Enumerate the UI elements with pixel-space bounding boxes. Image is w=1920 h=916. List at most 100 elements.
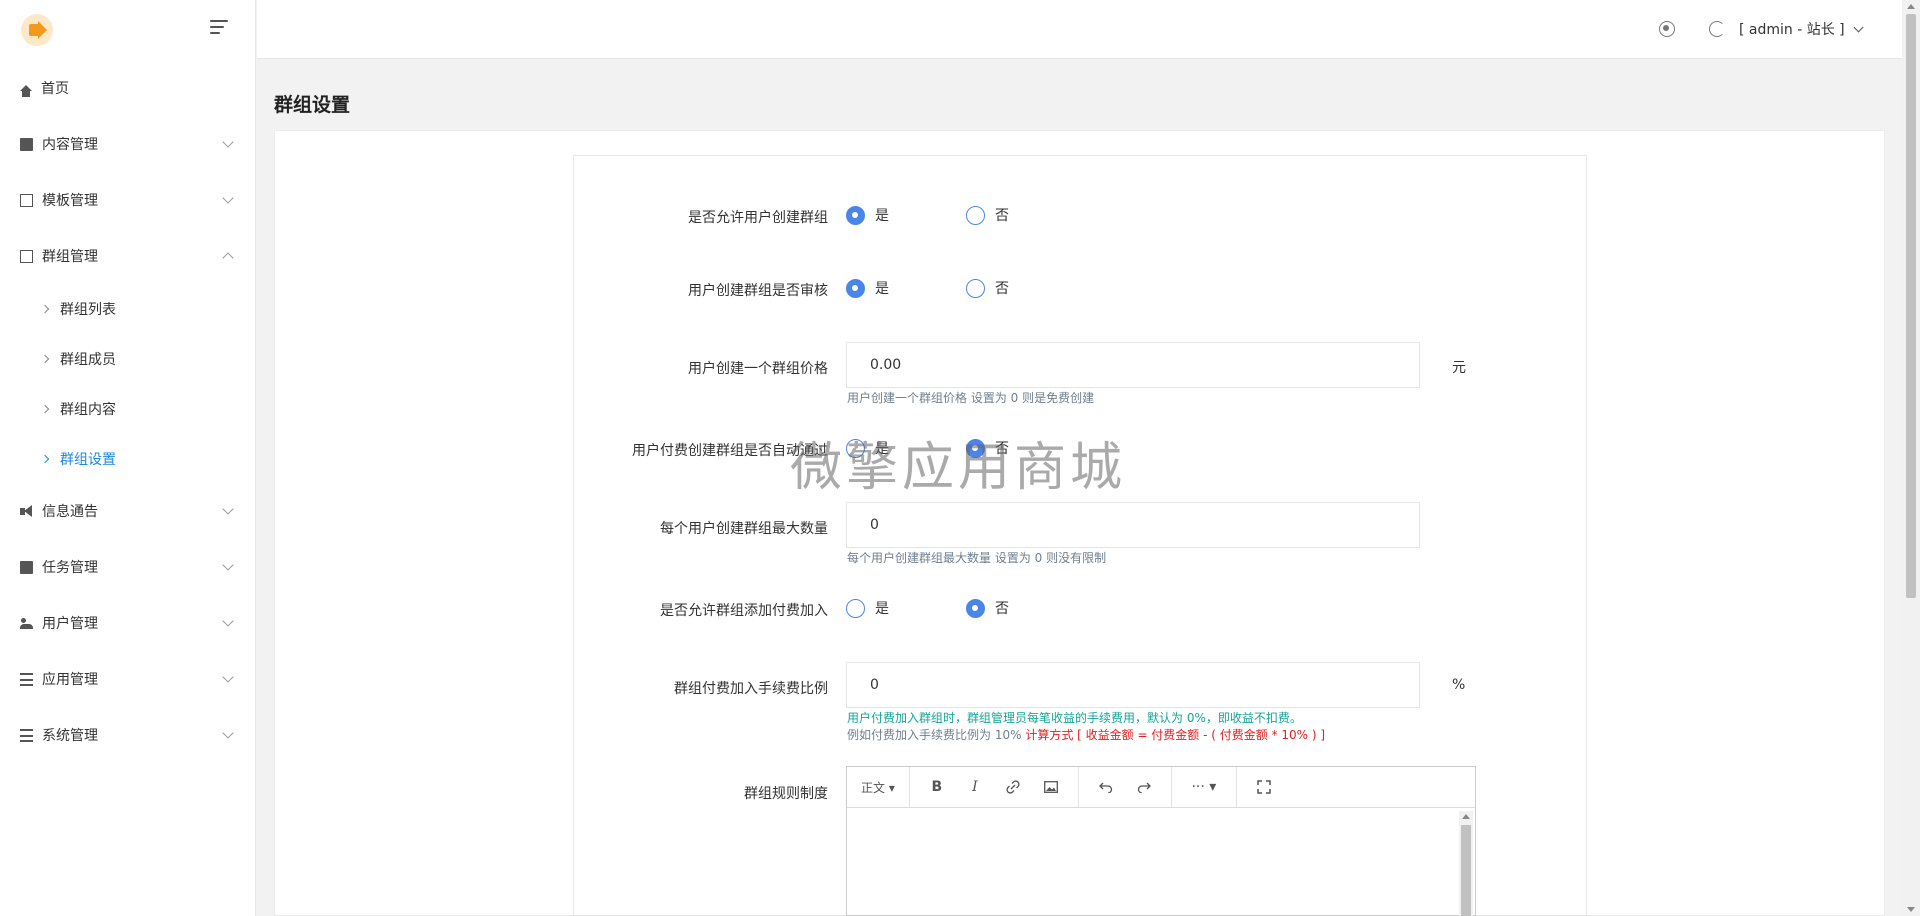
sidebar-item-users[interactable]: 用户管理 — [0, 603, 256, 643]
format-group: B I — [910, 767, 1079, 807]
chevron-right-icon — [40, 354, 50, 364]
settings-icon[interactable] — [1659, 21, 1675, 37]
auto-pass-no-radio[interactable]: 否 — [966, 438, 1009, 458]
notice-icon — [20, 504, 33, 518]
sidebar-subitem-label: 群组设置 — [60, 452, 116, 468]
sidebar-item-apps[interactable]: 应用管理 — [0, 659, 256, 699]
sidebar-item-system[interactable]: 系统管理 — [0, 715, 256, 755]
scroll-down-icon[interactable] — [1907, 907, 1915, 912]
auto-pass-yes-radio[interactable]: 是 — [846, 438, 889, 458]
task-icon — [20, 560, 33, 574]
bold-icon[interactable]: B — [918, 772, 956, 802]
price-unit: 元 — [1452, 360, 1466, 376]
allow-create-no-radio[interactable]: 否 — [966, 205, 1009, 225]
chevron-down-icon — [222, 559, 234, 571]
users-icon — [20, 617, 33, 630]
chevron-down-icon — [222, 615, 234, 627]
system-icon — [20, 728, 33, 742]
editor-body[interactable] — [847, 808, 1457, 914]
radio-unchecked-icon — [846, 598, 865, 618]
more-group: ··· ▾ — [1172, 767, 1237, 807]
chevron-down-icon — [222, 503, 234, 515]
chevron-down-icon — [222, 136, 234, 148]
chevron-right-icon — [40, 404, 50, 414]
chevron-down-icon — [1853, 22, 1864, 32]
logo-icon[interactable] — [21, 14, 53, 46]
paragraph-select[interactable]: 正文 ▾ — [847, 779, 909, 796]
radio-label: 是 — [875, 441, 889, 457]
editor-scrollbar[interactable] — [1459, 811, 1473, 916]
sidebar-item-template[interactable]: 模板管理 — [0, 180, 256, 220]
image-icon[interactable] — [1032, 772, 1070, 802]
allow-paid-join-no-radio[interactable]: 否 — [966, 598, 1009, 618]
create-price-input[interactable]: 0.00 — [846, 342, 1420, 388]
radio-label: 是 — [875, 281, 889, 297]
create-review-yes-radio[interactable]: 是 — [846, 278, 889, 298]
sidebar-subitem-group-list[interactable]: 群组列表 — [0, 289, 256, 329]
fee-ratio-hint: 用户付费加入群组时，群组管理员每笔收益的手续费用，默认为 0%，即收益不扣费。 — [847, 711, 1302, 725]
page-scrollbar[interactable] — [1902, 0, 1920, 916]
refresh-icon[interactable] — [1709, 21, 1725, 37]
italic-icon[interactable]: I — [956, 772, 994, 802]
collapse-menu-icon[interactable] — [210, 20, 232, 38]
scroll-up-icon[interactable] — [1907, 4, 1915, 9]
radio-label: 是 — [875, 208, 889, 224]
chevron-down-icon — [222, 192, 234, 204]
sidebar-subitem-label: 群组内容 — [60, 402, 116, 418]
create-review-no-radio[interactable]: 否 — [966, 278, 1009, 298]
sidebar-subitem-group-members[interactable]: 群组成员 — [0, 339, 256, 379]
rules-label: 群组规则制度 — [744, 786, 828, 802]
more-icon[interactable]: ··· ▾ — [1180, 772, 1228, 802]
fee-ratio-example: 例如付费加入手续费比例为 10% 计算方式 [ 收益金额 = 付费金额 - ( … — [847, 726, 1325, 743]
sidebar-item-task[interactable]: 任务管理 — [0, 547, 256, 587]
radio-checked-icon — [966, 598, 985, 618]
allow-create-yes-radio[interactable]: 是 — [846, 205, 889, 225]
fullscreen-icon[interactable] — [1245, 772, 1283, 802]
fullscreen-group — [1237, 767, 1291, 807]
max-count-input[interactable]: 0 — [846, 502, 1420, 548]
undo-icon[interactable] — [1087, 772, 1125, 802]
user-label: [ admin - 站长 ] — [1739, 22, 1845, 38]
sidebar-item-label: 应用管理 — [42, 672, 98, 688]
top-header: [ admin - 站长 ] — [257, 0, 1902, 59]
allow-paid-join-yes-radio[interactable]: 是 — [846, 598, 889, 618]
chevron-down-icon — [222, 671, 234, 683]
auto-pass-label: 用户付费创建群组是否自动通过 — [632, 443, 828, 459]
create-price-hint: 用户创建一个群组价格 设置为 0 则是免费创建 — [847, 391, 1095, 405]
user-menu[interactable]: [ admin - 站长 ] — [1739, 19, 1864, 39]
sidebar-item-label: 模板管理 — [42, 193, 98, 209]
group-icon — [20, 249, 33, 263]
sidebar-item-content[interactable]: 内容管理 — [0, 124, 256, 164]
link-icon[interactable] — [994, 772, 1032, 802]
sidebar-item-notice[interactable]: 信息通告 — [0, 491, 256, 531]
scroll-up-icon[interactable] — [1462, 814, 1470, 819]
page-title: 群组设置 — [274, 94, 351, 116]
fee-ratio-label: 群组付费加入手续费比例 — [674, 681, 828, 697]
sidebar-subitem-group-settings[interactable]: 群组设置 — [0, 439, 256, 479]
fee-ratio-input[interactable]: 0 — [846, 662, 1420, 708]
radio-label: 是 — [875, 601, 889, 617]
sidebar-subitem-group-content[interactable]: 群组内容 — [0, 389, 256, 429]
sidebar-subitem-label: 群组列表 — [60, 302, 116, 318]
redo-icon[interactable] — [1125, 772, 1163, 802]
more-label: ··· — [1191, 779, 1205, 795]
sidebar-item-home[interactable]: 首页 — [0, 68, 256, 108]
scrollbar-thumb[interactable] — [1461, 825, 1471, 916]
editor-toolbar: 正文 ▾ B I ··· ▾ — [847, 767, 1475, 808]
history-group — [1079, 767, 1172, 807]
chevron-up-icon — [222, 252, 234, 264]
sidebar-subitem-label: 群组成员 — [60, 352, 116, 368]
sidebar-item-label: 任务管理 — [42, 560, 98, 576]
sidebar-item-group[interactable]: 群组管理 — [0, 236, 256, 276]
radio-label: 否 — [995, 441, 1009, 457]
chevron-right-icon — [40, 304, 50, 314]
scrollbar-thumb[interactable] — [1906, 14, 1916, 598]
create-review-label: 用户创建群组是否审核 — [688, 283, 828, 299]
allow-paid-join-label: 是否允许群组添加付费加入 — [660, 603, 828, 619]
logo-bar — [0, 0, 255, 59]
sidebar-item-label: 内容管理 — [42, 137, 98, 153]
radio-label: 否 — [995, 601, 1009, 617]
rules-editor: 正文 ▾ B I ··· ▾ — [846, 766, 1476, 916]
sidebar-item-label: 首页 — [41, 81, 69, 97]
radio-label: 否 — [995, 208, 1009, 224]
